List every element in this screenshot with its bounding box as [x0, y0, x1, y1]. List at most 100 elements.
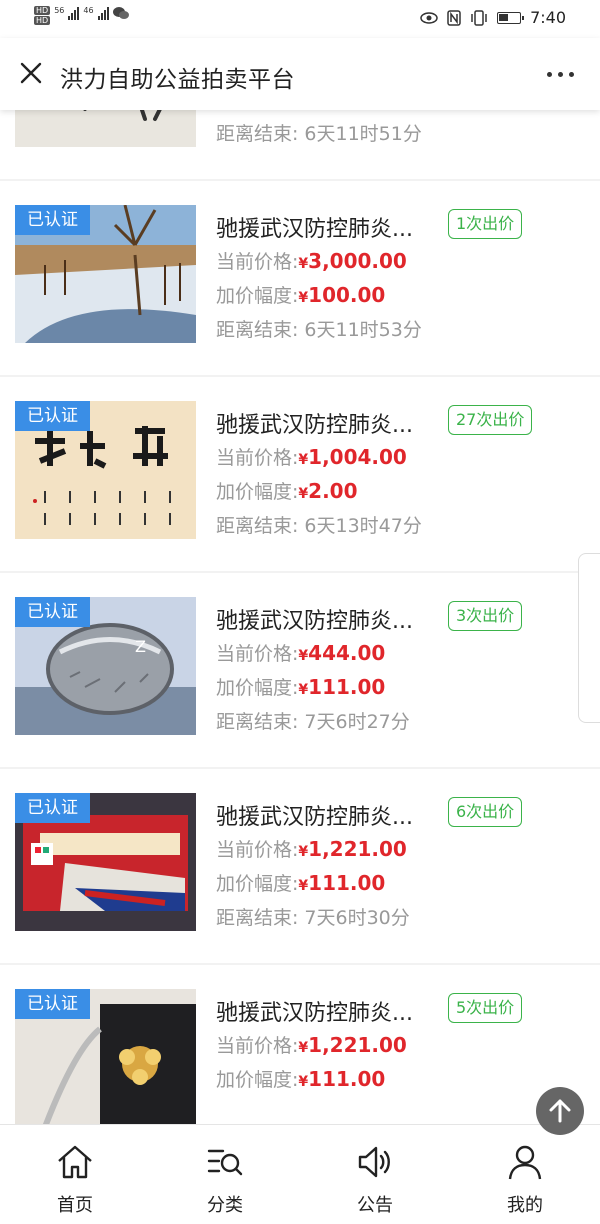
- verified-badge: 已认证: [15, 401, 90, 431]
- ends-label: 距离结束:: [216, 123, 299, 145]
- verified-badge: 已认证: [15, 989, 90, 1019]
- item-title[interactable]: 驰援武汉防控肺炎...: [216, 995, 413, 1027]
- increment-label: 加价幅度:: [216, 1069, 299, 1091]
- auction-item-card[interactable]: 当前价格:¥300.00加价幅度:¥50.00距离结束:6天11时51分: [0, 110, 600, 179]
- signal-bars-icon-2: [97, 6, 109, 20]
- current-price-label: 当前价格:: [216, 839, 299, 861]
- auction-item-card[interactable]: 已认证 驰援武汉防控肺炎... 27次出价当前价格:¥1,004.00 加价幅度:¥2…: [0, 377, 600, 571]
- increment-row: 加价幅度:¥2.00: [216, 477, 358, 504]
- user-icon: [508, 1145, 542, 1180]
- auction-item-card[interactable]: 已认证 驰援武汉防控肺炎... 1次出价当前价格:¥3,000.00 加价幅度:¥10…: [0, 181, 600, 375]
- navigation-bar: 洪力自助公益拍卖平台: [0, 38, 600, 110]
- back-to-top-button[interactable]: [536, 1087, 584, 1135]
- ends-value: 7天6时27分: [304, 711, 410, 733]
- signal-bars-icon: [68, 6, 80, 20]
- verified-badge: 已认证: [15, 597, 90, 627]
- ends-value: 7天6时30分: [304, 907, 410, 929]
- wechat-icon: [112, 7, 129, 19]
- tab-home-label: 首页: [57, 1195, 93, 1216]
- bid-count-badge: 3次出价: [448, 601, 523, 631]
- ends-row: 距离结束: 6天13时47分: [216, 511, 422, 538]
- auction-list[interactable]: 当前价格:¥300.00加价幅度:¥50.00距离结束:6天11时51分已认证驰…: [0, 110, 600, 1124]
- ends-label: 距离结束:: [216, 515, 299, 537]
- increment-label: 加价幅度:: [216, 873, 299, 895]
- signal-indicators: HD HD 56 46: [34, 6, 129, 25]
- bid-count-badge: 1次出价: [448, 209, 523, 239]
- network-label-2: 46: [83, 6, 94, 15]
- battery-icon: [497, 11, 525, 24]
- increment-label: 加价幅度:: [216, 481, 299, 503]
- increment-value: ¥50.00: [298, 110, 371, 111]
- item-title[interactable]: 驰援武汉防控肺炎...: [216, 407, 413, 439]
- bid-count-badge: 27次出价: [448, 405, 533, 435]
- auction-item-card[interactable]: Z 已认证 驰援武汉防控肺炎... 3次出价当前价格:¥444.00 加价幅度:¥111…: [0, 573, 600, 767]
- ends-row: 距离结束: 6天11时51分: [216, 119, 422, 146]
- current-price-value: ¥444.00: [298, 641, 386, 665]
- category-search-icon: [207, 1149, 243, 1176]
- tab-mine[interactable]: 我的: [450, 1125, 600, 1224]
- ends-row: 距离结束: 6天11时53分: [216, 315, 422, 342]
- increment-row: 加价幅度:¥100.00: [216, 281, 385, 308]
- bid-count-badge: 5次出价: [448, 993, 523, 1023]
- current-price-row: 当前价格:¥1,221.00: [216, 1031, 407, 1058]
- hd-badge: HD: [34, 6, 51, 15]
- verified-badge: 已认证: [15, 205, 90, 235]
- increment-value: ¥111.00: [298, 1067, 386, 1091]
- item-title[interactable]: 驰援武汉防控肺炎...: [216, 211, 413, 243]
- ends-label: 距离结束:: [216, 907, 299, 929]
- tab-mine-label: 我的: [507, 1195, 543, 1216]
- ends-value: 6天11时51分: [304, 123, 422, 145]
- auction-item-card[interactable]: 已认证 驰援武汉防控肺炎... 5次出价当前价格:¥1,221.00 加价幅度:¥11…: [0, 965, 600, 1124]
- current-price-label: 当前价格:: [216, 1035, 299, 1057]
- eye-icon: [420, 11, 438, 24]
- page-title: 洪力自助公益拍卖平台: [60, 67, 295, 93]
- current-price-value: ¥3,000.00: [298, 249, 407, 273]
- nfc-icon: [447, 9, 461, 26]
- increment-value: ¥100.00: [298, 283, 386, 307]
- increment-label: 加价幅度:: [216, 110, 298, 111]
- svg-text:Z: Z: [135, 637, 146, 656]
- item-title[interactable]: 驰援武汉防控肺炎...: [216, 799, 413, 831]
- current-price-row: 当前价格:¥444.00: [216, 639, 385, 666]
- current-price-label: 当前价格:: [216, 447, 299, 469]
- verified-badge: 已认证: [15, 793, 90, 823]
- increment-row: 加价幅度:¥111.00: [216, 1065, 385, 1092]
- ends-label: 距离结束:: [216, 711, 299, 733]
- current-price-row: 当前价格:¥1,221.00: [216, 835, 407, 862]
- status-right: 7:40: [420, 8, 566, 27]
- increment-label: 加价幅度:: [216, 677, 299, 699]
- ends-label: 距离结束:: [216, 319, 299, 341]
- current-price-label: 当前价格:: [216, 643, 299, 665]
- current-price-row: 当前价格:¥3,000.00: [216, 247, 407, 274]
- status-time: 7:40: [530, 8, 566, 27]
- bottom-tab-bar: 首页 分类 公告 我的: [0, 1124, 600, 1224]
- increment-row: 加价幅度:¥111.00: [216, 869, 385, 896]
- home-icon: [58, 1145, 92, 1179]
- ends-value: 6天11时53分: [304, 319, 422, 341]
- side-drawer-handle[interactable]: [578, 553, 600, 723]
- status-bar: HD HD 56 46 7:40: [0, 0, 600, 38]
- ends-value: 6天13时47分: [304, 515, 422, 537]
- increment-row: 加价幅度:¥111.00: [216, 673, 385, 700]
- more-icon[interactable]: [547, 72, 574, 77]
- item-thumbnail[interactable]: [15, 110, 196, 147]
- increment-value: ¥111.00: [298, 871, 386, 895]
- tab-category[interactable]: 分类: [150, 1125, 300, 1224]
- vibrate-icon: [471, 9, 487, 26]
- tab-notice[interactable]: 公告: [300, 1125, 450, 1224]
- speaker-icon: [358, 1146, 390, 1178]
- tab-notice-label: 公告: [357, 1195, 393, 1216]
- ends-row: 距离结束: 7天6时30分: [216, 903, 410, 930]
- auction-item-card[interactable]: 已认证 驰援武汉防控肺炎... 6次出价 当前价格:¥1,221.00 加价幅度:¥11…: [0, 769, 600, 963]
- current-price-row: 当前价格:¥1,004.00: [216, 443, 407, 470]
- close-icon[interactable]: [18, 60, 44, 86]
- current-price-value: ¥1,221.00: [298, 1033, 407, 1057]
- increment-value: ¥111.00: [298, 675, 386, 699]
- item-title[interactable]: 驰援武汉防控肺炎...: [216, 603, 413, 635]
- increment-value: ¥2.00: [298, 479, 358, 503]
- increment-row: 加价幅度:¥50.00: [216, 110, 371, 112]
- network-label-1: 56: [54, 6, 65, 15]
- tab-home[interactable]: 首页: [0, 1125, 150, 1224]
- current-price-value: ¥1,004.00: [298, 445, 407, 469]
- arrow-up-icon: [549, 1099, 571, 1123]
